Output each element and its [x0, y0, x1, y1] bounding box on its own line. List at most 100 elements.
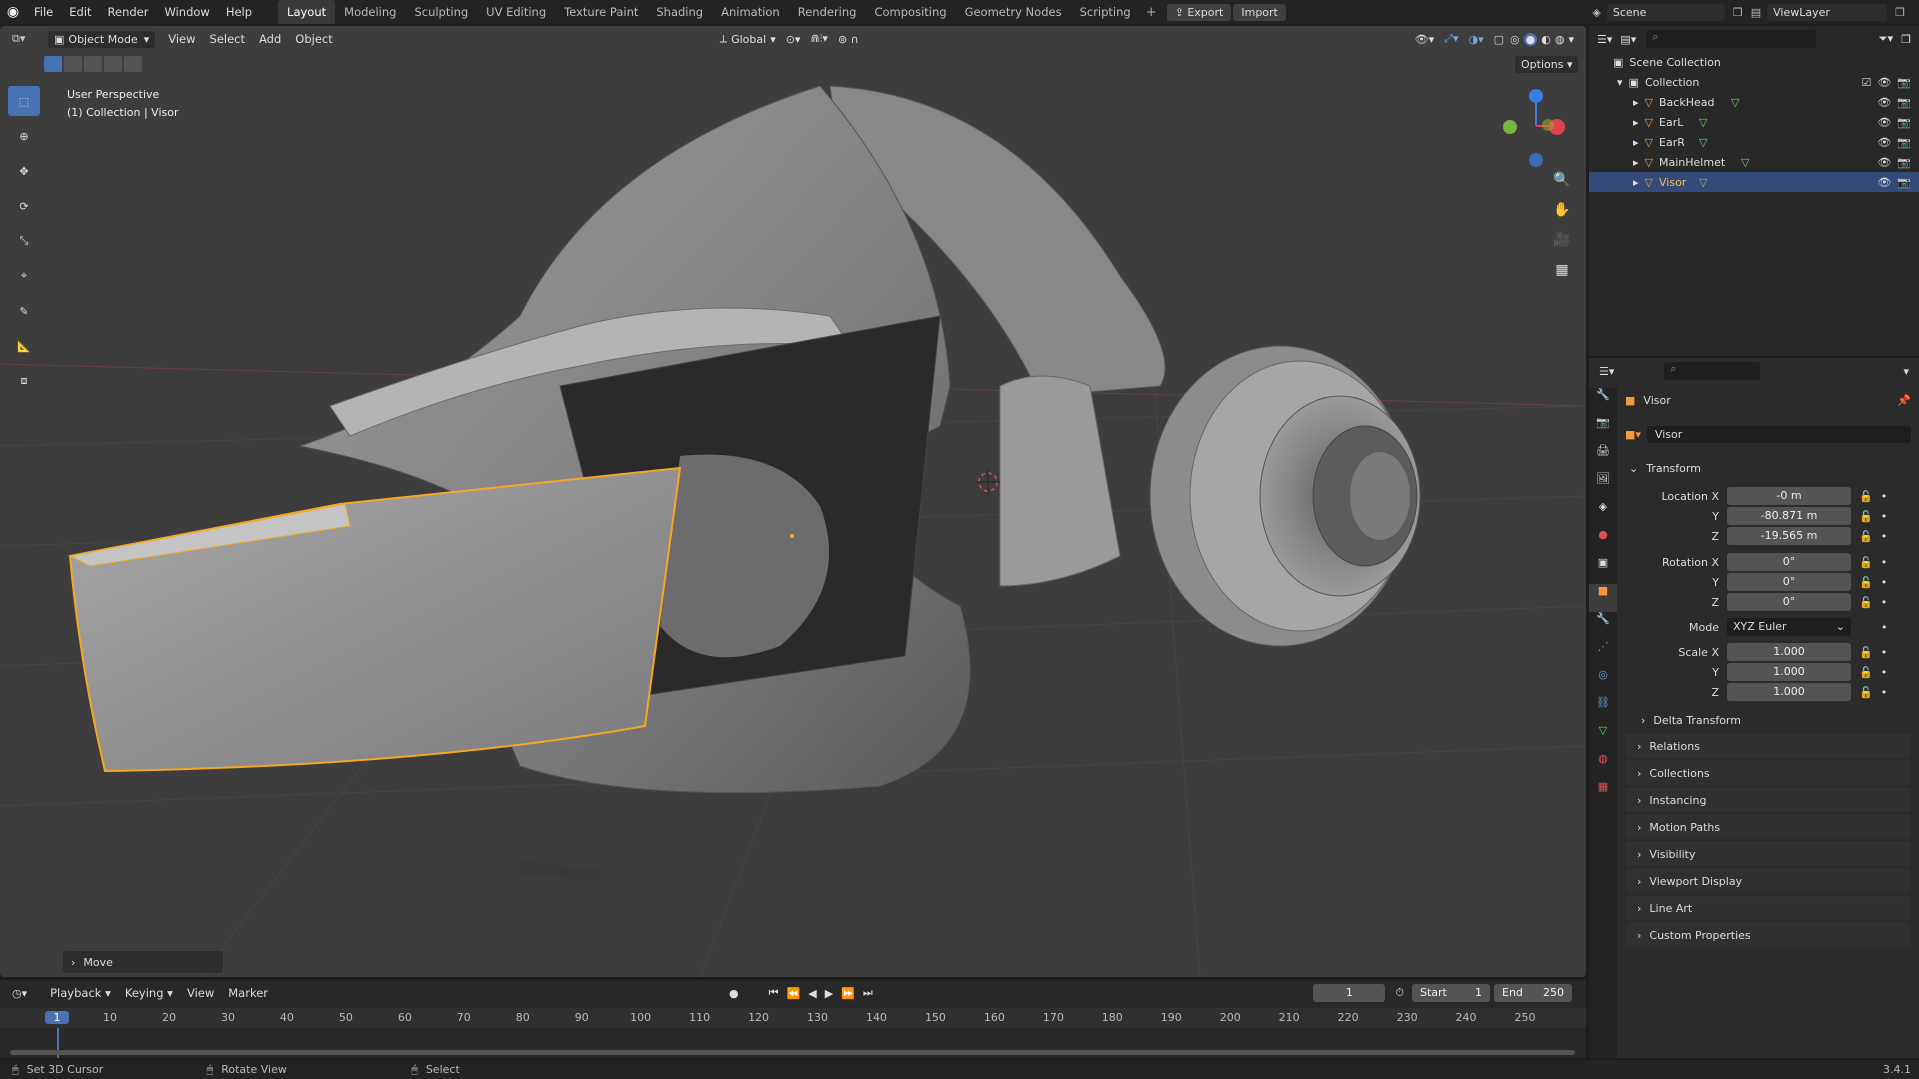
- workspace-tab-modeling[interactable]: Modeling: [335, 0, 405, 24]
- view-menu[interactable]: View: [161, 32, 202, 46]
- material-tab-icon[interactable]: ◍: [1589, 752, 1617, 780]
- lock-icon[interactable]: 🔓: [1859, 490, 1873, 503]
- scene-selector[interactable]: Scene: [1606, 3, 1725, 21]
- options-dropdown[interactable]: Options ▾: [1515, 56, 1579, 73]
- jump-end-icon[interactable]: ⏭: [863, 986, 873, 1000]
- last-operator-panel[interactable]: › Move: [63, 951, 223, 973]
- scale-x-field[interactable]: 1.000: [1727, 643, 1851, 661]
- keyframe-dot-icon[interactable]: •: [1881, 621, 1888, 634]
- move-tool[interactable]: ✥: [8, 156, 40, 186]
- keyframe-dot-icon[interactable]: •: [1881, 556, 1888, 569]
- add-workspace-icon[interactable]: +: [1140, 5, 1163, 20]
- outliner-search-input[interactable]: ⌕: [1646, 30, 1817, 48]
- object-name-field[interactable]: Visor: [1646, 425, 1911, 443]
- select-menu[interactable]: Select: [203, 32, 252, 46]
- display-mode-icon[interactable]: ▤▾: [1620, 33, 1636, 46]
- lock-icon[interactable]: 🔓: [1859, 686, 1873, 699]
- add-menu[interactable]: Add: [252, 32, 288, 46]
- view-layer-tab-icon[interactable]: 🖼: [1589, 472, 1617, 500]
- location-z-field[interactable]: -19.565 m: [1727, 527, 1851, 545]
- particles-tab-icon[interactable]: ⋰: [1589, 640, 1617, 668]
- keyframe-dot-icon[interactable]: •: [1881, 686, 1888, 699]
- new-view-layer-icon[interactable]: ❐: [1895, 6, 1905, 19]
- measure-tool[interactable]: 📐: [8, 331, 40, 361]
- render-tab-icon[interactable]: 📷: [1589, 416, 1617, 444]
- new-collection-icon[interactable]: ❐: [1901, 33, 1911, 46]
- keyframe-dot-icon[interactable]: •: [1881, 510, 1888, 523]
- lock-icon[interactable]: 🔓: [1859, 556, 1873, 569]
- jump-keyframe-forward-icon[interactable]: ⏩: [841, 987, 855, 1000]
- jump-start-icon[interactable]: ⏮: [769, 986, 779, 1000]
- proportional-edit-icon[interactable]: ⊚ ∩: [838, 33, 859, 46]
- menu-edit[interactable]: Edit: [61, 0, 99, 24]
- outliner-collection[interactable]: ▾ ▣ Collection ☑ 👁 📷: [1589, 72, 1919, 92]
- keyframe-dot-icon[interactable]: •: [1881, 646, 1888, 659]
- delta-transform-subpanel[interactable]: › Delta Transform: [1625, 708, 1911, 732]
- new-scene-icon[interactable]: ❐: [1733, 6, 1743, 19]
- scene-tab-icon[interactable]: ◈: [1589, 500, 1617, 528]
- transform-tool[interactable]: ⌖: [8, 261, 40, 291]
- camera-view-icon[interactable]: 🎥: [1548, 232, 1576, 262]
- outliner-scene-collection[interactable]: ▣ Scene Collection: [1589, 52, 1919, 72]
- menu-file[interactable]: File: [26, 0, 61, 24]
- outliner-item-backhead[interactable]: ▸ ▽ BackHead ▽ 👁 📷: [1589, 92, 1919, 112]
- eye-icon[interactable]: 👁: [1877, 136, 1891, 149]
- workspace-tab-scripting[interactable]: Scripting: [1071, 0, 1140, 24]
- keyframe-dot-icon[interactable]: •: [1881, 490, 1888, 503]
- properties-search-input[interactable]: ⌕: [1664, 362, 1761, 380]
- instancing-panel[interactable]: › Instancing: [1625, 788, 1911, 812]
- playback-menu[interactable]: Playback ▾: [43, 986, 118, 1000]
- ortho-grid-icon[interactable]: ▦: [1548, 262, 1576, 292]
- select-invert-icon[interactable]: [104, 56, 122, 72]
- outliner-item-mainhelmet[interactable]: ▸ ▽ MainHelmet ▽ 👁 📷: [1589, 152, 1919, 172]
- wireframe-shading-icon[interactable]: ◎: [1510, 33, 1520, 46]
- location-y-field[interactable]: -80.871 m: [1727, 507, 1851, 525]
- workspace-tab-sculpting[interactable]: Sculpting: [405, 0, 477, 24]
- modifier-tab-icon[interactable]: 🔧: [1589, 612, 1617, 640]
- outliner-item-earr[interactable]: ▸ ▽ EarR ▽ 👁 📷: [1589, 132, 1919, 152]
- outliner-editor-icon[interactable]: ☰▾: [1597, 33, 1612, 46]
- camera-render-icon[interactable]: 📷: [1897, 176, 1911, 189]
- lock-icon[interactable]: 🔓: [1859, 666, 1873, 679]
- workspace-tab-rendering[interactable]: Rendering: [789, 0, 866, 24]
- lock-icon[interactable]: 🔓: [1859, 646, 1873, 659]
- camera-render-icon[interactable]: 📷: [1897, 156, 1911, 169]
- viewport-scene[interactable]: [0, 26, 1586, 977]
- pivot-point-icon[interactable]: ⊙▾: [786, 33, 801, 46]
- play-icon[interactable]: ▶: [825, 987, 833, 1000]
- stopwatch-icon[interactable]: ⏱: [1395, 986, 1404, 1000]
- object-tab-icon[interactable]: ■: [1589, 584, 1617, 612]
- menu-help[interactable]: Help: [218, 0, 260, 24]
- workspace-tab-shading[interactable]: Shading: [647, 0, 712, 24]
- relations-panel[interactable]: › Relations: [1625, 734, 1911, 758]
- keyframe-dot-icon[interactable]: •: [1881, 530, 1888, 543]
- zoom-icon[interactable]: 🔍: [1548, 172, 1576, 202]
- add-cube-tool[interactable]: ⧈: [8, 366, 40, 396]
- output-tab-icon[interactable]: 🖨: [1589, 444, 1617, 472]
- pin-icon[interactable]: 📌: [1897, 394, 1911, 407]
- collections-panel[interactable]: › Collections: [1625, 761, 1911, 785]
- select-extend-icon[interactable]: [64, 56, 82, 72]
- annotate-tool[interactable]: ✎: [8, 296, 40, 326]
- chevron-right-icon[interactable]: ▸: [1633, 136, 1639, 149]
- material-shading-icon[interactable]: ◐: [1541, 33, 1551, 46]
- lock-icon[interactable]: 🔓: [1859, 576, 1873, 589]
- transform-panel-header[interactable]: ⌄ Transform: [1625, 456, 1911, 480]
- frame-ruler[interactable]: 1 10 20 30 40 50 60 70 80 90 100 110 120 130 140 150 160…: [0, 1008, 1586, 1058]
- keyframe-dot-icon[interactable]: •: [1881, 576, 1888, 589]
- data-tab-icon[interactable]: ▽: [1589, 724, 1617, 752]
- world-tab-icon[interactable]: ●: [1589, 528, 1617, 556]
- camera-render-icon[interactable]: 📷: [1897, 76, 1911, 89]
- overlays-toggle-icon[interactable]: ◑▾: [1469, 33, 1484, 46]
- chevron-right-icon[interactable]: ▸: [1633, 156, 1639, 169]
- workspace-tab-geometry-nodes[interactable]: Geometry Nodes: [956, 0, 1071, 24]
- chevron-down-icon[interactable]: ▾: [1903, 365, 1909, 378]
- mode-selector[interactable]: ▣ Object Mode ▾: [48, 30, 156, 48]
- tool-tab-icon[interactable]: 🔧: [1589, 388, 1617, 416]
- outliner-item-earl[interactable]: ▸ ▽ EarL ▽ 👁 📷: [1589, 112, 1919, 132]
- editor-type-icon[interactable]: ⧉▾: [12, 32, 40, 46]
- checkbox-icon[interactable]: ☑: [1861, 76, 1871, 89]
- lock-icon[interactable]: 🔓: [1859, 510, 1873, 523]
- line-art-panel[interactable]: › Line Art: [1625, 896, 1911, 920]
- visor-mesh[interactable]: [68, 466, 682, 773]
